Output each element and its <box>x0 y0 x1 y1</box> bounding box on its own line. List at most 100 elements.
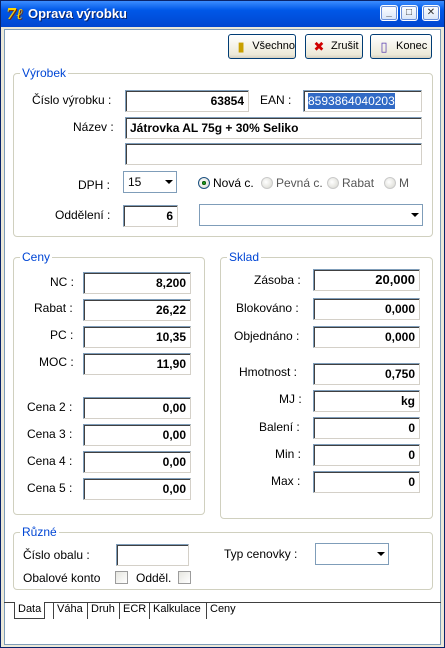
price4-field[interactable]: 0,00 <box>83 451 191 473</box>
title-bar[interactable]: 7ℓ Oprava výrobku _ □ ✕ <box>1 1 444 27</box>
department-field[interactable]: 6 <box>123 205 178 227</box>
minimize-icon: _ <box>386 7 392 18</box>
rabat-field[interactable]: 26,22 <box>83 299 191 321</box>
vat-select[interactable]: 15 <box>123 171 177 193</box>
package-field[interactable]: 0 <box>313 417 420 439</box>
radio-m-label: M <box>399 176 409 190</box>
ordered-field[interactable]: 0,000 <box>313 326 420 348</box>
moc-field[interactable]: 11,90 <box>83 353 191 375</box>
product-edit-window: 7ℓ Oprava výrobku _ □ ✕ ▮ Všechno ✖ Zruš… <box>0 0 445 648</box>
package-number-field[interactable] <box>116 544 189 566</box>
tab-data[interactable]: Data <box>14 602 46 619</box>
radio-fixed-price-label: Pevná c. <box>276 176 323 190</box>
stock-label: Zásoba : <box>254 273 301 287</box>
package-label: Balení : <box>259 420 300 434</box>
tab-kind[interactable]: Druh <box>87 602 118 619</box>
chevron-down-icon <box>165 180 173 184</box>
weight-field[interactable]: 0,750 <box>313 363 420 385</box>
vat-value: 15 <box>128 175 142 189</box>
price-tag-select[interactable] <box>315 543 389 565</box>
min-label: Min : <box>275 447 302 461</box>
radio-m[interactable]: M <box>384 176 409 190</box>
radio-checked-icon <box>198 177 210 189</box>
separate-label: Odděl. <box>136 571 172 585</box>
radio-icon <box>327 177 339 189</box>
department-select[interactable] <box>199 204 423 226</box>
client-area: ▮ Všechno ✖ Zrušit ▯ Konec Výrobek Číslo… <box>4 29 441 645</box>
product-number-label: Číslo výrobku : <box>32 93 112 107</box>
app-logo-icon: 7ℓ <box>6 5 23 23</box>
end-button[interactable]: ▯ Konec <box>370 34 432 59</box>
misc-group-title: Různé <box>20 525 59 539</box>
package-account-label: Obalové konto <box>23 571 101 585</box>
price5-field[interactable]: 0,00 <box>83 478 191 500</box>
window-title: Oprava výrobku <box>28 6 127 21</box>
stock-group-title: Sklad <box>227 250 262 264</box>
maximize-icon: □ <box>405 7 413 18</box>
all-button-label: Všechno <box>252 40 295 52</box>
product-group-title: Výrobek <box>20 66 69 80</box>
nc-label: NC : <box>50 275 74 289</box>
cancel-button-label: Zrušit <box>331 40 359 52</box>
name-second-line-field[interactable] <box>125 143 422 165</box>
prices-group: Ceny <box>13 250 205 515</box>
product-number-field[interactable]: 63854 <box>125 90 249 112</box>
prices-group-title: Ceny <box>20 250 53 264</box>
red-x-icon: ✖ <box>313 39 325 54</box>
min-field[interactable]: 0 <box>313 444 420 466</box>
ean-value: 8593864040203 <box>308 93 395 109</box>
blocked-label: Blokováno : <box>236 301 299 315</box>
chevron-down-icon <box>377 552 385 556</box>
moc-label: MOC : <box>39 355 74 369</box>
blocked-field[interactable]: 0,000 <box>313 298 420 320</box>
tab-weight[interactable]: Váha <box>53 602 86 619</box>
ordered-label: Objednáno : <box>234 329 300 343</box>
price2-field[interactable]: 0,00 <box>83 397 191 419</box>
exit-door-icon: ▯ <box>380 39 388 54</box>
pc-field[interactable]: 10,35 <box>83 326 191 348</box>
tab-prices[interactable]: Ceny <box>206 602 239 619</box>
nc-field[interactable]: 8,200 <box>83 272 191 294</box>
all-button[interactable]: ▮ Všechno <box>228 34 296 59</box>
price2-label: Cena 2 : <box>27 400 73 414</box>
max-label: Max : <box>271 474 301 488</box>
tab-calculation[interactable]: Kalkulace <box>149 602 204 619</box>
rabat-label: Rabat : <box>34 301 73 315</box>
separate-checkbox[interactable] <box>178 571 191 584</box>
cancel-button[interactable]: ✖ Zrušit <box>305 34 363 59</box>
price3-label: Cena 3 : <box>27 427 73 441</box>
chevron-down-icon <box>411 213 419 217</box>
radio-fixed-price[interactable]: Pevná c. <box>261 176 323 190</box>
radio-discount-label: Rabat <box>342 176 375 190</box>
max-field[interactable]: 0 <box>313 471 420 493</box>
radio-new-price[interactable]: Nová c. <box>198 176 254 190</box>
weight-label: Hmotnost : <box>239 365 298 379</box>
pc-label: PC : <box>50 328 74 342</box>
package-number-label: Číslo obalu : <box>23 548 90 562</box>
name-field[interactable]: Játrovka AL 75g + 30% Seliko <box>125 117 422 139</box>
maximize-button[interactable]: □ <box>400 5 418 21</box>
vat-label: DPH : <box>78 178 111 192</box>
price-tag-label: Typ cenovky : <box>224 547 298 561</box>
end-button-label: Konec <box>396 40 428 52</box>
ean-label: EAN : <box>260 93 292 107</box>
radio-icon <box>384 177 396 189</box>
tab-strip: Data Váha Druh ECR Kalkulace Ceny <box>4 602 441 622</box>
unit-label: MJ : <box>279 392 302 406</box>
unit-field[interactable]: kg <box>313 390 420 412</box>
radio-icon <box>261 177 273 189</box>
name-label: Název : <box>73 120 114 134</box>
minimize-button[interactable]: _ <box>380 5 398 21</box>
radio-new-price-label: Nová c. <box>213 176 254 190</box>
price3-field[interactable]: 0,00 <box>83 424 191 446</box>
package-account-checkbox[interactable] <box>115 571 128 584</box>
radio-discount[interactable]: Rabat <box>327 176 374 190</box>
department-label: Oddělení : <box>55 208 111 222</box>
stock-field[interactable]: 20,000 <box>313 269 420 291</box>
price4-label: Cena 4 : <box>27 454 73 468</box>
door-icon: ▮ <box>237 39 245 54</box>
tab-ecr[interactable]: ECR <box>119 602 149 619</box>
ean-field[interactable]: 8593864040203 <box>303 90 422 112</box>
close-icon: ✕ <box>426 7 436 18</box>
close-button[interactable]: ✕ <box>422 5 440 21</box>
